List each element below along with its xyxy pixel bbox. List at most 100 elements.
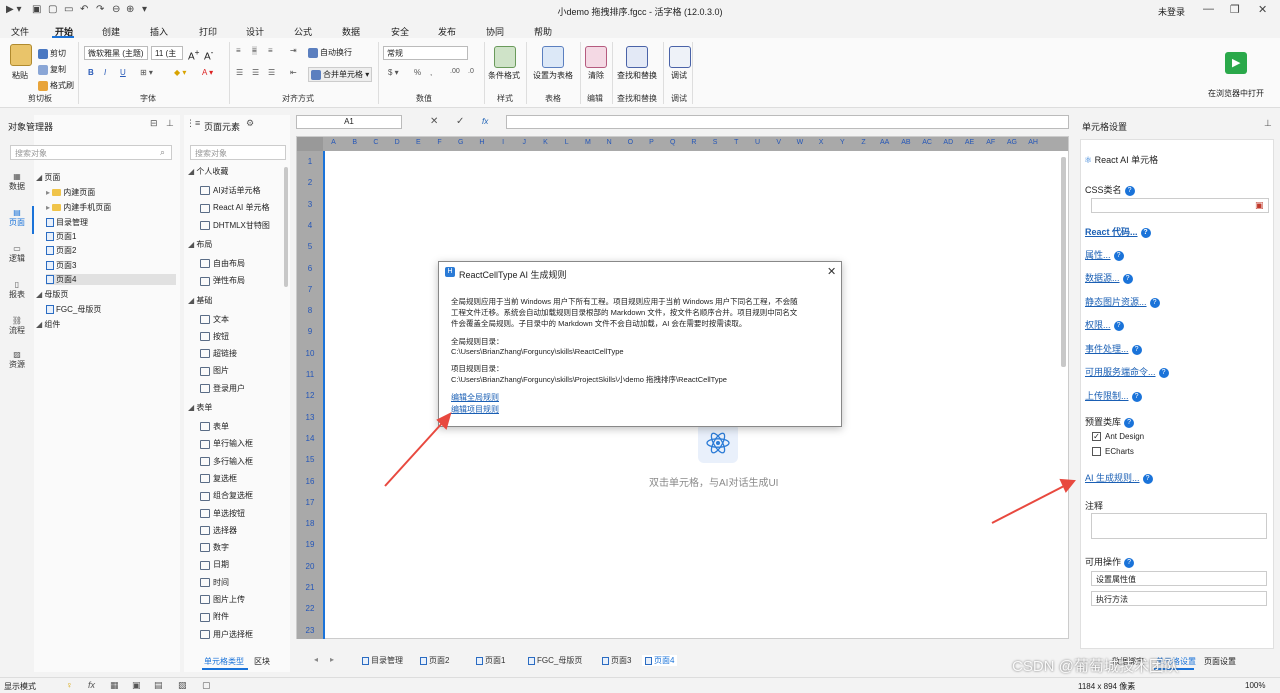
column-label[interactable]: B — [344, 139, 365, 146]
play-icon[interactable]: ▶ — [1225, 52, 1247, 74]
tab-prev-icon[interactable]: ◂ — [314, 655, 318, 664]
column-label[interactable]: Z — [853, 139, 874, 146]
cut-button[interactable]: 剪切 — [38, 48, 66, 59]
italic-icon[interactable]: I — [104, 68, 106, 77]
gear-icon[interactable]: ⚙ — [246, 118, 254, 129]
bulb-icon[interactable]: ♀ — [66, 680, 73, 690]
fill-color-icon[interactable]: ◆ ▾ — [174, 68, 186, 77]
column-label[interactable]: T — [726, 139, 747, 146]
menu-publish[interactable]: 发布 — [438, 25, 456, 38]
cell-reference-box[interactable]: A1 — [296, 115, 402, 129]
settings-link[interactable]: 可用服务端命令...? — [1085, 365, 1169, 378]
row-label[interactable]: 12 — [297, 391, 323, 400]
column-label[interactable]: I — [493, 139, 514, 146]
help-icon[interactable]: ? — [1122, 273, 1133, 284]
element-item[interactable]: 文本 — [200, 314, 229, 325]
sheet-tab[interactable]: 目录管理 — [362, 655, 403, 666]
tree-item[interactable]: FGC_母版页 — [46, 304, 176, 315]
paste-icon[interactable] — [10, 44, 32, 66]
clear-button[interactable]: 清除 — [588, 70, 604, 81]
redo-icon[interactable]: ↷ — [96, 4, 104, 15]
outdent-icon[interactable]: ⇤ — [290, 68, 297, 77]
underline-icon[interactable]: U — [120, 68, 126, 77]
menu-data[interactable]: 数据 — [342, 25, 360, 38]
format-painter-button[interactable]: 格式刷 — [38, 80, 74, 91]
settings-link[interactable]: 权限...? — [1085, 318, 1124, 331]
merge-cells-button[interactable]: 合并单元格 ▾ — [308, 67, 373, 82]
column-label[interactable]: K — [535, 139, 556, 146]
object-search-input[interactable]: 搜索对象 — [10, 145, 172, 160]
column-label[interactable]: V — [768, 139, 789, 146]
open-in-browser-button[interactable]: 在浏览器中打开 — [1208, 88, 1264, 99]
ai-rules-link[interactable]: AI 生成规则...? — [1085, 471, 1153, 484]
nav-logic[interactable]: ▭ 逻辑 — [4, 244, 30, 264]
column-label[interactable]: U — [747, 139, 768, 146]
back-icon[interactable]: ⊖ — [112, 4, 120, 15]
row-label[interactable]: 2 — [297, 178, 323, 187]
formula-icon[interactable]: fx — [88, 680, 95, 690]
column-label[interactable]: N — [599, 139, 620, 146]
column-label[interactable]: L — [556, 139, 577, 146]
settings-link[interactable]: 事件处理...? — [1085, 342, 1142, 355]
grid-icon[interactable]: ▤ — [154, 680, 163, 691]
help-icon[interactable]: ? — [1131, 391, 1142, 402]
column-label[interactable]: Q — [662, 139, 683, 146]
comment-input[interactable] — [1091, 513, 1267, 539]
row-label[interactable]: 19 — [297, 540, 323, 549]
sheet-tab[interactable]: 页面3 — [602, 655, 631, 666]
font-size-select[interactable]: 11 (主 — [151, 46, 183, 60]
row-label[interactable]: 11 — [297, 370, 323, 379]
border-icon[interactable]: ⊞ ▾ — [140, 68, 153, 77]
login-status[interactable]: 未登录 — [1158, 5, 1185, 18]
tree-item[interactable]: 页面4 — [46, 274, 176, 285]
bold-icon[interactable]: B — [88, 68, 94, 77]
edit-global-rules-link[interactable]: 编辑全局规则 — [451, 392, 499, 403]
pin-icon[interactable]: ⊥ — [166, 118, 174, 129]
row-label[interactable]: 6 — [297, 264, 323, 273]
help-icon[interactable]: ? — [1113, 320, 1124, 331]
sheet-tab[interactable]: FGC_母版页 — [528, 655, 582, 666]
menu-file[interactable]: 文件 — [11, 25, 29, 38]
set-property-button[interactable]: 设置属性值 — [1091, 571, 1267, 586]
eraser-icon[interactable] — [585, 46, 607, 68]
column-label[interactable]: AB — [895, 139, 916, 146]
element-item[interactable]: 选择器 — [200, 525, 237, 536]
tab-blocks[interactable]: 区块 — [254, 656, 270, 667]
element-item[interactable]: 超链接 — [200, 348, 237, 359]
align-top-icon[interactable]: ≡ — [236, 46, 241, 55]
element-item[interactable]: 单行输入框 — [200, 438, 253, 449]
element-item[interactable]: 弹性布局 — [200, 275, 245, 286]
row-label[interactable]: 22 — [297, 604, 323, 613]
pin-icon[interactable]: ⊥ — [1264, 118, 1272, 129]
align-left-icon[interactable]: ☰ — [236, 68, 243, 77]
percent-icon[interactable]: % — [414, 68, 421, 77]
help-icon[interactable]: ? — [1131, 344, 1142, 355]
close-icon[interactable]: ✕ — [1258, 3, 1267, 16]
table-icon[interactable]: ▦ — [110, 680, 119, 691]
indent-icon[interactable]: ⇥ — [290, 46, 297, 55]
fx-icon[interactable]: fx — [482, 117, 488, 126]
element-item[interactable]: 用户选择框 — [200, 629, 253, 640]
element-search-input[interactable]: 搜索对象 — [190, 145, 286, 160]
column-label[interactable]: A — [323, 139, 344, 146]
element-item[interactable]: DHTMLX甘特图 — [200, 220, 270, 231]
element-item[interactable]: 日期 — [200, 559, 229, 570]
save-icon[interactable]: ▣ — [32, 4, 41, 15]
row-label[interactable]: 23 — [297, 626, 323, 635]
row-label[interactable]: 4 — [297, 221, 323, 230]
menu-help[interactable]: 帮助 — [534, 25, 552, 38]
close-icon[interactable]: ✕ — [827, 265, 836, 278]
help-icon[interactable]: ? — [1149, 297, 1160, 308]
element-item[interactable]: 按钮 — [200, 331, 229, 342]
section-header[interactable]: ◢ 个人收藏 — [188, 166, 228, 177]
find-replace-button[interactable]: 查找和替换 — [617, 70, 657, 81]
column-label[interactable]: AD — [938, 139, 959, 146]
binoculars-icon[interactable] — [626, 46, 648, 68]
row-label[interactable]: 14 — [297, 434, 323, 443]
settings-link[interactable]: React 代码...? — [1085, 225, 1151, 238]
tree-item[interactable]: 页面3 — [46, 260, 176, 271]
row-label[interactable]: 15 — [297, 455, 323, 464]
undo-icon[interactable]: ↶ — [80, 4, 88, 15]
element-item[interactable]: 数字 — [200, 542, 229, 553]
help-icon[interactable]: ? — [1124, 185, 1135, 196]
